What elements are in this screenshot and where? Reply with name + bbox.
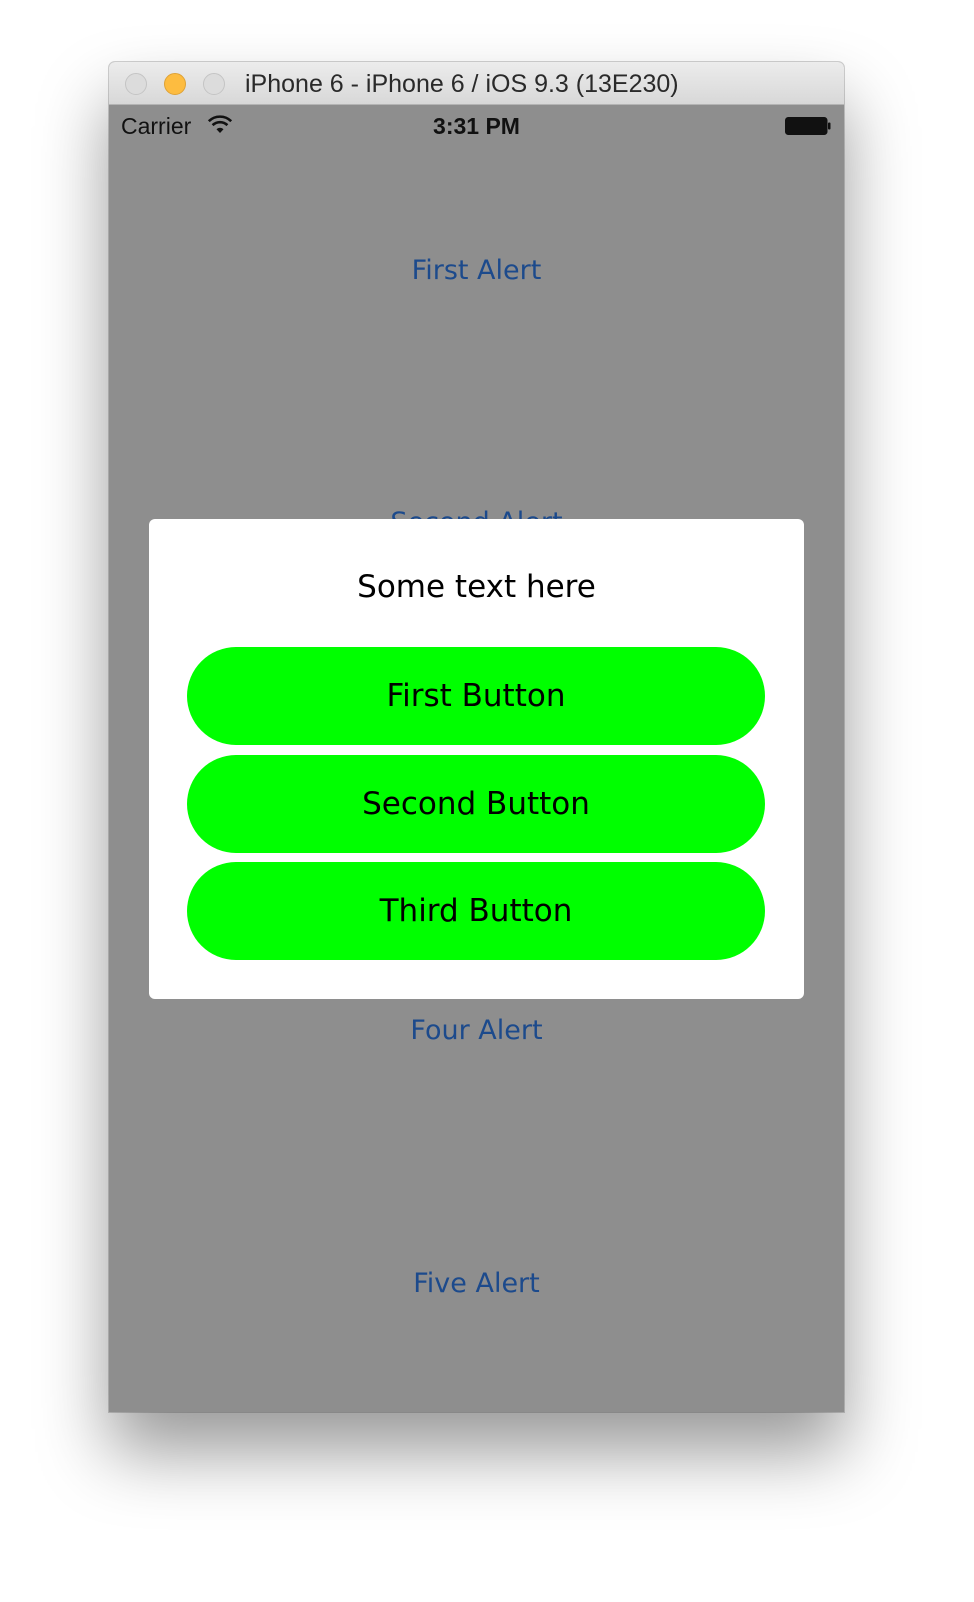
five-alert-button[interactable]: Five Alert bbox=[109, 1268, 844, 1299]
custom-alert-dialog: Some text here First Button Second Butto… bbox=[149, 519, 804, 999]
close-window-button[interactable] bbox=[125, 73, 147, 95]
first-button[interactable]: First Button bbox=[187, 647, 765, 745]
third-button[interactable]: Third Button bbox=[187, 862, 765, 960]
title-bar: iPhone 6 - iPhone 6 / iOS 9.3 (13E230) bbox=[109, 62, 844, 105]
first-alert-button[interactable]: First Alert bbox=[109, 255, 844, 286]
window-title: iPhone 6 - iPhone 6 / iOS 9.3 (13E230) bbox=[245, 70, 679, 98]
zoom-window-button[interactable] bbox=[203, 73, 225, 95]
dialog-message: Some text here bbox=[357, 569, 596, 605]
four-alert-button[interactable]: Four Alert bbox=[109, 1015, 844, 1046]
phone-screen: Carrier 3:31 PM First Alert Second Alert… bbox=[109, 105, 844, 1412]
second-button[interactable]: Second Button bbox=[187, 755, 765, 853]
simulator-window: iPhone 6 - iPhone 6 / iOS 9.3 (13E230) C… bbox=[109, 62, 844, 1412]
status-time: 3:31 PM bbox=[433, 113, 520, 139]
battery-icon bbox=[785, 117, 831, 135]
minimize-window-button[interactable] bbox=[164, 73, 186, 95]
